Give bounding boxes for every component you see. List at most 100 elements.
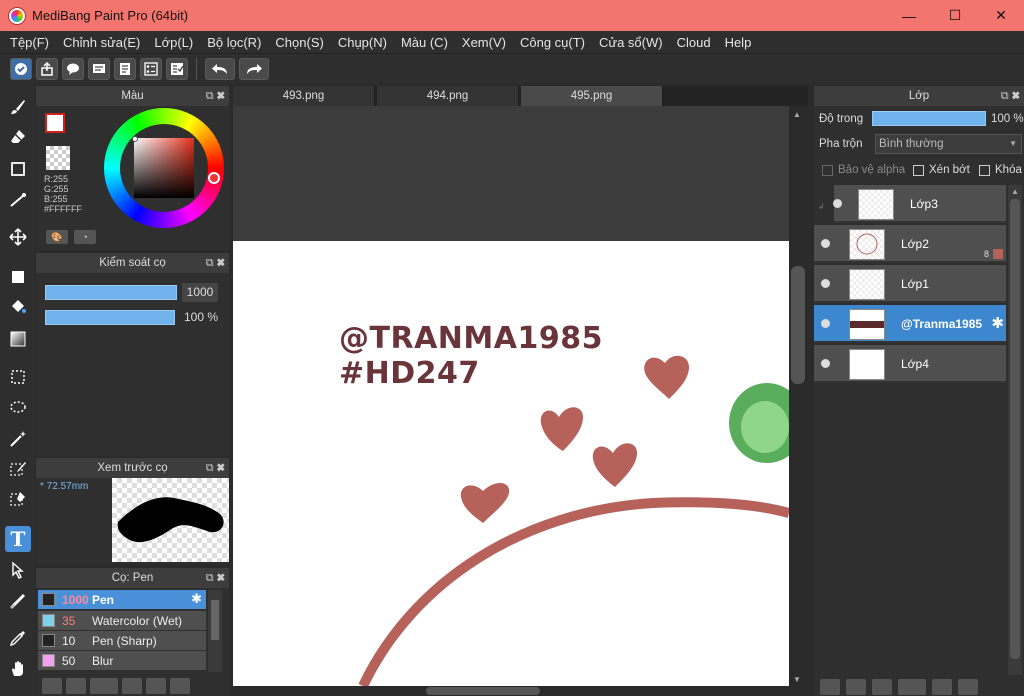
magic-wand-tool-icon[interactable] <box>5 426 31 452</box>
layer-row-lop4[interactable]: Lớp4 <box>814 345 1006 383</box>
add-layer-menu-icon[interactable] <box>898 679 926 695</box>
clip-checkbox[interactable] <box>913 165 924 176</box>
menu-edit[interactable]: Chỉnh sửa(E) <box>56 35 147 50</box>
lasso-tool-icon[interactable] <box>5 395 31 421</box>
brush-settings-icon[interactable] <box>122 678 142 694</box>
scroll-thumb[interactable] <box>426 687 540 695</box>
select-eraser-tool-icon[interactable] <box>5 486 31 512</box>
menu-cloud[interactable]: Cloud <box>670 35 718 50</box>
canvas-area[interactable]: @TRANMA1985 #HD247 <box>233 106 789 686</box>
gradient-tool-icon[interactable] <box>5 326 31 352</box>
primary-color-swatch[interactable] <box>45 113 65 133</box>
layer-list-scrollbar[interactable]: ▲ <box>1008 185 1022 675</box>
hand-tool-icon[interactable] <box>5 656 31 682</box>
close-icon[interactable]: ✖ <box>217 257 225 269</box>
eraser-tool-icon[interactable] <box>5 124 31 150</box>
popout-icon[interactable]: ⧉ <box>206 462 214 474</box>
artboard[interactable]: @TRANMA1985 #HD247 <box>233 241 789 686</box>
new-8bit-layer-icon[interactable] <box>846 679 866 695</box>
select-pen-tool-icon[interactable] <box>5 456 31 482</box>
visibility-eye-icon[interactable] <box>821 239 830 248</box>
layer-row-lop1[interactable]: Lớp1 <box>814 265 1006 303</box>
shape-tool-icon[interactable] <box>5 156 31 182</box>
close-button[interactable]: ✕ <box>978 0 1024 31</box>
checklist-icon[interactable] <box>166 57 188 80</box>
brush-opacity-slider[interactable] <box>45 310 175 325</box>
add-brush-icon[interactable] <box>90 678 118 694</box>
brush-item-pen-sharp[interactable]: 10 Pen (Sharp) <box>38 631 206 650</box>
brush-list-scrollbar[interactable] <box>208 590 222 672</box>
brush-item-watercolor[interactable]: 35 Watercolor (Wet) <box>38 611 206 630</box>
layer-row-tranma1985[interactable]: @Tranma1985 ✱ <box>814 305 1006 343</box>
canvas-horizontal-scrollbar[interactable] <box>233 686 808 696</box>
menu-snap[interactable]: Chụp(N) <box>331 35 394 50</box>
divide-tool-icon[interactable] <box>5 588 31 614</box>
rect-select-tool-icon[interactable] <box>5 364 31 390</box>
undo-icon[interactable] <box>205 57 235 80</box>
message-icon[interactable] <box>88 57 110 80</box>
close-icon[interactable]: ✖ <box>217 90 225 102</box>
lock-checkbox[interactable] <box>979 165 990 176</box>
menu-window[interactable]: Cửa sổ(W) <box>592 35 670 50</box>
new-brush-icon[interactable] <box>66 678 86 694</box>
gear-icon[interactable]: ✱ <box>991 314 1004 332</box>
tab-494[interactable]: 494.png <box>377 86 519 106</box>
fill-rect-tool-icon[interactable] <box>5 264 31 290</box>
cloud-check-icon[interactable] <box>10 57 32 80</box>
popout-icon[interactable]: ⧉ <box>206 257 214 269</box>
new-layer-icon[interactable] <box>820 679 840 695</box>
brush-item-blur[interactable]: 50 Blur <box>38 651 206 670</box>
popout-icon[interactable]: ⧉ <box>1001 90 1009 102</box>
menu-filter[interactable]: Bộ lọc(R) <box>200 35 268 50</box>
text-tool-icon[interactable]: T <box>5 526 31 552</box>
list-icon[interactable] <box>140 57 162 80</box>
new-1bit-layer-icon[interactable] <box>872 679 892 695</box>
tab-495[interactable]: 495.png <box>521 86 663 106</box>
popout-icon[interactable]: ⧉ <box>206 572 214 584</box>
layer-row-lop2[interactable]: Lớp2 8 <box>814 225 1006 263</box>
maximize-button[interactable]: ☐ <box>932 0 978 31</box>
brush-size-value[interactable]: 1000 <box>182 283 218 302</box>
menu-layer[interactable]: Lớp(L) <box>147 35 200 50</box>
popout-icon[interactable]: ⧉ <box>206 90 214 102</box>
bucket-tool-icon[interactable] <box>5 294 31 320</box>
folder-icon[interactable] <box>932 679 952 695</box>
color-history-icon[interactable]: ◔ <box>74 230 96 244</box>
menu-file[interactable]: Tệp(F) <box>3 35 56 50</box>
hue-marker[interactable] <box>208 172 220 184</box>
duplicate-icon[interactable] <box>170 678 190 694</box>
layer-row-lop3[interactable]: Lớp3 <box>833 185 1006 223</box>
blend-mode-select[interactable]: Bình thường ▼ <box>875 134 1022 154</box>
color-picker-marker[interactable] <box>132 136 138 142</box>
move-tool-icon[interactable] <box>5 224 31 250</box>
brush-tool-icon[interactable] <box>5 94 31 120</box>
menu-select[interactable]: Chọn(S) <box>268 35 330 50</box>
visibility-eye-icon[interactable] <box>821 359 830 368</box>
gear-icon[interactable]: ✱ <box>191 591 202 607</box>
scroll-thumb[interactable] <box>1010 199 1020 659</box>
saturation-square[interactable] <box>134 138 194 198</box>
protect-alpha-checkbox[interactable] <box>822 165 833 176</box>
menu-color[interactable]: Màu (C) <box>394 35 455 50</box>
visibility-eye-icon[interactable] <box>821 279 830 288</box>
line-tool-icon[interactable] <box>5 187 31 213</box>
palette-icon[interactable]: 🎨 <box>46 230 68 244</box>
eyedropper-tool-icon[interactable] <box>5 625 31 651</box>
canvas-vertical-scrollbar[interactable]: ▲ ▼ <box>789 106 808 686</box>
scroll-thumb[interactable] <box>791 266 805 384</box>
brush-opacity-value[interactable]: 100 % <box>180 308 222 327</box>
visibility-eye-icon[interactable] <box>821 319 830 328</box>
visibility-eye-icon[interactable] <box>833 199 842 208</box>
tab-493[interactable]: 493.png <box>233 86 375 106</box>
document-icon[interactable] <box>114 57 136 80</box>
transparent-color-swatch[interactable] <box>46 146 70 170</box>
operation-tool-icon[interactable] <box>5 557 31 583</box>
menu-tools[interactable]: Công cụ(T) <box>513 35 592 50</box>
brush-item-pen[interactable]: 1000 Pen ✱ <box>38 590 206 609</box>
close-icon[interactable]: ✖ <box>217 572 225 584</box>
hue-wheel[interactable] <box>104 108 224 228</box>
share-icon[interactable] <box>36 57 58 80</box>
layer-opacity-slider[interactable] <box>872 111 986 126</box>
layer-opacity-value[interactable]: 100 % <box>991 113 1024 125</box>
minimize-button[interactable]: — <box>886 0 932 31</box>
